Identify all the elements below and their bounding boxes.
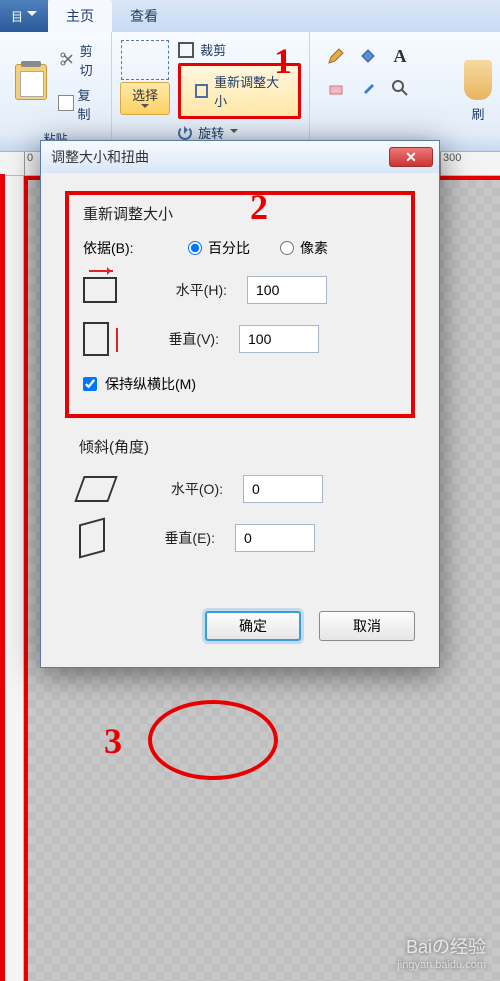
magnifier-tool-icon[interactable] bbox=[388, 76, 412, 100]
radio-percent[interactable]: 百分比 bbox=[188, 238, 250, 258]
copy-icon bbox=[60, 97, 74, 111]
radio-percent-label: 百分比 bbox=[208, 238, 250, 258]
skew-heading: 倾斜(角度) bbox=[79, 436, 401, 457]
ruler-tick: 300 bbox=[440, 152, 461, 176]
chevron-down-icon bbox=[230, 129, 238, 137]
resize-icon bbox=[195, 84, 208, 98]
skew-h-input[interactable] bbox=[243, 475, 323, 503]
quick-access-toolbar[interactable]: 目 bbox=[0, 0, 48, 32]
resize-heading: 重新调整大小 bbox=[83, 203, 397, 224]
brush-label: 刷 bbox=[471, 104, 484, 123]
pencil-tool-icon[interactable] bbox=[324, 44, 348, 68]
close-button[interactable]: ✕ bbox=[389, 147, 433, 167]
cancel-button[interactable]: 取消 bbox=[319, 611, 415, 641]
crop-label: 裁剪 bbox=[200, 40, 226, 59]
watermark-brand: Baiの经验 bbox=[406, 937, 486, 957]
crop-button[interactable]: 裁剪 bbox=[178, 40, 301, 59]
paste-button[interactable] bbox=[8, 47, 54, 117]
radio-percent-input[interactable] bbox=[188, 241, 202, 255]
close-icon: ✕ bbox=[405, 149, 417, 166]
crop-icon bbox=[178, 42, 194, 58]
radio-pixels-label: 像素 bbox=[300, 238, 328, 258]
resize-v-label: 垂直(V): bbox=[129, 329, 219, 349]
select-label: 选择 bbox=[132, 85, 158, 104]
group-clipboard: 剪切 复制 粘贴 bbox=[0, 32, 112, 151]
cut-label: 剪切 bbox=[80, 41, 104, 79]
aspect-label: 保持纵横比(M) bbox=[105, 374, 196, 394]
skew-v-input[interactable] bbox=[235, 524, 315, 552]
qat-label: 目 bbox=[11, 8, 23, 25]
skew-section: 倾斜(角度) 水平(O): 垂直(E): bbox=[65, 432, 415, 583]
picker-tool-icon[interactable] bbox=[356, 76, 380, 100]
chevron-down-icon bbox=[141, 104, 149, 112]
resize-h-label: 水平(H): bbox=[137, 280, 227, 300]
aspect-checkbox-input[interactable] bbox=[83, 377, 97, 391]
ribbon-body: 剪切 复制 粘贴 选择 裁剪 重新调 bbox=[0, 32, 500, 152]
copy-button[interactable]: 复制 bbox=[60, 85, 104, 123]
skew-v-label: 垂直(E): bbox=[125, 528, 215, 548]
resize-skew-dialog: 调整大小和扭曲 ✕ 重新调整大小 依据(B): 百分比 像素 水平(H): bbox=[40, 140, 440, 668]
by-label: 依据(B): bbox=[83, 238, 158, 258]
resize-horizontal-icon bbox=[83, 277, 117, 303]
brush-icon[interactable] bbox=[464, 60, 492, 100]
radio-pixels-input[interactable] bbox=[280, 241, 294, 255]
dialog-title: 调整大小和扭曲 bbox=[47, 147, 389, 167]
eraser-tool-icon[interactable] bbox=[324, 76, 348, 100]
resize-v-input[interactable] bbox=[239, 325, 319, 353]
radio-pixels[interactable]: 像素 bbox=[280, 238, 328, 258]
aspect-checkbox[interactable]: 保持纵横比(M) bbox=[83, 374, 397, 394]
resize-button[interactable]: 重新调整大小 bbox=[178, 63, 301, 119]
watermark: Baiの经验 jingyan.baidu.com bbox=[397, 933, 486, 971]
text-tool-icon[interactable]: A bbox=[388, 44, 412, 68]
resize-section: 重新调整大小 依据(B): 百分比 像素 水平(H): 垂直(V): bbox=[65, 191, 415, 418]
copy-label: 复制 bbox=[77, 85, 103, 123]
resize-h-input[interactable] bbox=[247, 276, 327, 304]
select-marquee-icon bbox=[121, 40, 169, 80]
fill-tool-icon[interactable] bbox=[356, 44, 380, 68]
rotate-icon bbox=[178, 126, 192, 140]
dialog-titlebar[interactable]: 调整大小和扭曲 ✕ bbox=[41, 141, 439, 173]
ruler-tick: 0 bbox=[24, 152, 33, 176]
skew-h-label: 水平(O): bbox=[133, 479, 223, 499]
skew-horizontal-icon bbox=[74, 476, 117, 502]
group-tools: A bbox=[310, 32, 456, 151]
tab-home[interactable]: 主页 bbox=[48, 0, 112, 32]
ok-button[interactable]: 确定 bbox=[205, 611, 301, 641]
group-image: 选择 裁剪 重新调整大小 旋转 bbox=[112, 32, 310, 151]
ribbon-tabs: 目 主页 查看 bbox=[0, 0, 500, 32]
annotation-redline bbox=[0, 174, 5, 981]
clipboard-icon bbox=[15, 64, 47, 100]
resize-vertical-icon bbox=[83, 322, 109, 356]
cut-button[interactable]: 剪切 bbox=[60, 41, 104, 79]
select-button[interactable]: 选择 bbox=[120, 82, 170, 115]
resize-label: 重新调整大小 bbox=[214, 72, 284, 110]
watermark-url: jingyan.baidu.com bbox=[397, 959, 486, 971]
qat-dropdown-icon bbox=[27, 11, 37, 21]
skew-vertical-icon bbox=[79, 518, 105, 559]
tab-view[interactable]: 查看 bbox=[112, 0, 176, 32]
scissors-icon bbox=[60, 51, 76, 70]
